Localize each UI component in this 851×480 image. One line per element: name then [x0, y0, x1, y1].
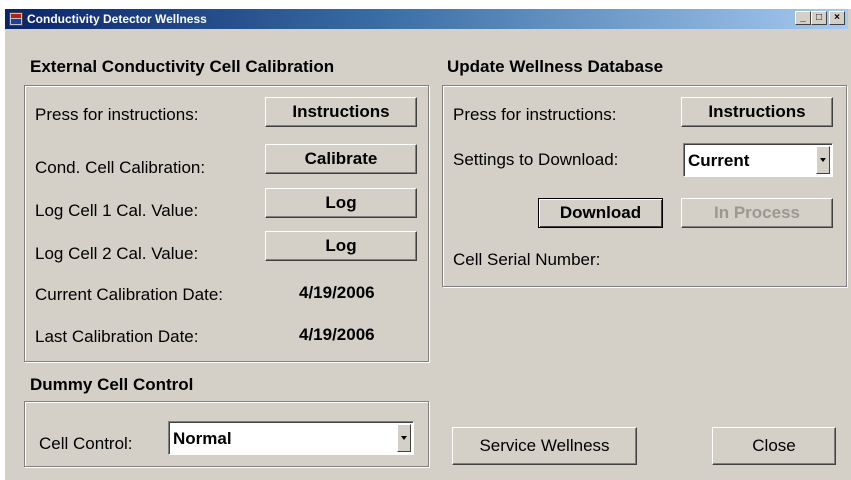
cell-control-value: Normal — [173, 429, 232, 448]
database-instructions-button[interactable]: Instructions — [681, 97, 833, 127]
database-instructions-label: Press for instructions: — [453, 105, 617, 124]
maximize-button[interactable]: □ — [811, 11, 827, 25]
log-cell1-label: Log Cell 1 Cal. Value: — [35, 201, 199, 220]
settings-download-select[interactable]: Current — [683, 143, 833, 177]
calibration-section-title: External Conductivity Cell Calibration — [30, 57, 335, 76]
chevron-down-icon[interactable] — [816, 146, 830, 174]
close-button[interactable]: Close — [712, 427, 836, 465]
database-section-title: Update Wellness Database — [447, 57, 664, 76]
current-calibration-date-label: Current Calibration Date: — [35, 285, 224, 304]
calibration-instructions-button[interactable]: Instructions — [265, 97, 417, 127]
wellness-window: Conductivity Detector Wellness _ □ × Ext… — [4, 8, 851, 480]
calibration-instructions-label: Press for instructions: — [35, 105, 199, 124]
settings-download-value: Current — [688, 151, 750, 170]
window-title: Conductivity Detector Wellness — [27, 12, 207, 26]
calibrate-button[interactable]: Calibrate — [265, 144, 417, 174]
service-wellness-button[interactable]: Service Wellness — [452, 427, 637, 465]
title-bar[interactable]: Conductivity Detector Wellness _ □ × — [5, 9, 848, 29]
minimize-button[interactable]: _ — [795, 11, 811, 25]
chevron-down-icon[interactable] — [397, 424, 411, 452]
current-calibration-date-value: 4/19/2006 — [299, 283, 375, 302]
last-calibration-date-value: 4/19/2006 — [299, 325, 375, 344]
cell-control-select[interactable]: Normal — [168, 421, 414, 455]
close-window-button[interactable]: × — [829, 11, 845, 25]
app-icon — [9, 12, 23, 26]
cell-serial-number-label: Cell Serial Number: — [453, 250, 601, 269]
in-process-button: In Process — [681, 198, 833, 228]
last-calibration-date-label: Last Calibration Date: — [35, 327, 199, 346]
log-cell2-label: Log Cell 2 Cal. Value: — [35, 244, 199, 263]
dummy-section-title: Dummy Cell Control — [30, 375, 194, 394]
log-cell1-button[interactable]: Log — [265, 188, 417, 218]
log-cell2-button[interactable]: Log — [265, 231, 417, 261]
download-button[interactable]: Download — [538, 198, 663, 228]
cell-calibration-label: Cond. Cell Calibration: — [35, 158, 206, 177]
cell-control-label: Cell Control: — [39, 434, 133, 453]
settings-download-label: Settings to Download: — [453, 150, 619, 169]
